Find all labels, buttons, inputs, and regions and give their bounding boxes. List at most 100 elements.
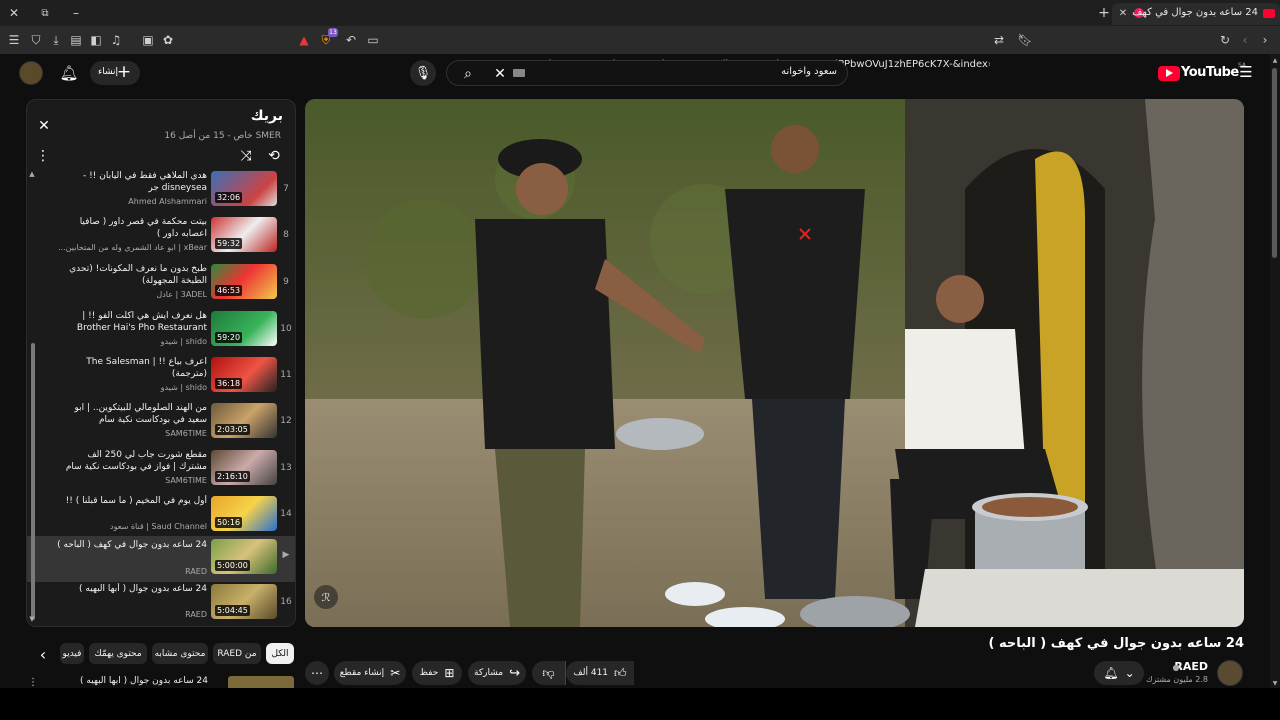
verified-icon: ● — [1172, 662, 1180, 672]
tab-title: 24 ساعه بدون جوال في كهف — [1132, 7, 1258, 18]
chip-from-raed[interactable]: من RAED — [213, 643, 261, 664]
playlist-item[interactable]: 11 36:18 اعرف بياع !! | The Salesman (مت… — [27, 356, 295, 402]
downloads-icon[interactable]: ⤓ — [48, 32, 64, 48]
video-thumbnail: 5:00:00 — [211, 539, 277, 574]
plus-icon: + — [116, 62, 132, 82]
share-button[interactable]: ↪ مشاركة — [468, 661, 526, 685]
voice-search-icon[interactable]: 🎙︎ — [410, 60, 436, 86]
chips-prev-icon[interactable]: ‹ — [34, 645, 52, 664]
video-thumbnail: 2:16:10 — [211, 450, 277, 485]
playlist-item[interactable]: 16 5:04:45 24 ساعه بدون جوال ( أبها البه… — [27, 583, 295, 626]
notifications-icon[interactable]: 🔔︎ — [58, 62, 80, 84]
playlist-scrollbar[interactable] — [31, 343, 35, 620]
play-triangle-icon — [1166, 69, 1173, 77]
taskbar — [0, 688, 1280, 720]
video-player[interactable]: ℛ — [305, 99, 1244, 627]
clip-button[interactable]: ✂ إنشاء مقطع — [334, 661, 406, 685]
more-options-icon[interactable]: ⋮ — [35, 148, 51, 164]
sidebar-icon[interactable]: ◧ — [88, 32, 104, 48]
close-window-icon[interactable]: ✕ — [6, 5, 22, 21]
more-actions-button[interactable]: ⋯ — [305, 661, 329, 685]
browser-toolbar: ☰ ⛉ ⤓ ▤ ◧ ♫ ▣ ✿ ▲ ⛨ 13 ↶ ▭ youtube.com/w… — [0, 26, 1280, 70]
guide-menu-icon[interactable]: ☰ — [1237, 63, 1255, 81]
like-button[interactable]: 👍︎ 411 ألف — [566, 661, 634, 685]
extensions-icon[interactable]: ✿ — [160, 32, 176, 48]
create-button[interactable]: + إنشاء — [90, 61, 140, 85]
reload-icon[interactable]: ↻ — [1217, 32, 1233, 48]
search-icon[interactable]: ⌕ — [459, 65, 477, 83]
page-scrollbar[interactable] — [1272, 68, 1277, 258]
subscription-bell-button[interactable]: ⌄ 🔔︎ — [1094, 661, 1144, 685]
channel-avatar[interactable] — [1217, 660, 1243, 686]
playlist-item[interactable]: 8 59:32 بيتت محكمة في قصر داور ( صافيا ا… — [27, 216, 295, 262]
more-options-icon[interactable]: ⋮ — [28, 676, 38, 688]
bookmark-icon[interactable]: 🔖︎ — [1017, 32, 1033, 48]
scissors-icon: ✂ — [390, 666, 401, 680]
thumbs-down-icon: 👎︎ — [542, 665, 555, 680]
music-icon[interactable]: ♫ — [108, 32, 124, 48]
create-label: إنشاء — [98, 67, 119, 77]
reader-mode-icon[interactable]: ▭ — [365, 32, 381, 48]
new-tab-icon[interactable]: + — [1096, 5, 1112, 21]
video-thumbnail: 32:06 — [211, 171, 277, 206]
playlist-item[interactable]: 12 2:03:05 من الهند الصلومالي للبيتكوين.… — [27, 402, 295, 448]
more-horizontal-icon: ⋯ — [311, 666, 323, 680]
close-tab-icon[interactable]: ✕ — [1116, 6, 1130, 20]
avatar[interactable] — [19, 61, 43, 85]
shield-icon[interactable]: ⛉ — [28, 32, 44, 48]
save-button[interactable]: ⊞ حفظ — [412, 661, 462, 685]
playlist-item[interactable]: 9 46:53 طبخ بدون ما نعرف المكونات! (تحدي… — [27, 263, 295, 309]
browser-titlebar: ✕ ⧉ – + ✕ 24 ساعه بدون جوال في كهف — [0, 0, 1280, 26]
tabs-icon[interactable]: ▤ — [68, 32, 84, 48]
thumbs-up-icon: 👍︎ — [614, 665, 627, 680]
playlist-panel: ✕ بريك SMER خاص - 15 من أصل 16 ⋮ ⤨ ⟲ 7 3… — [26, 99, 296, 627]
keyboard-icon[interactable] — [513, 69, 525, 77]
playlist-item[interactable]: 7 32:06 هدي الملاهي فقط في اليابان !! - … — [27, 170, 295, 216]
playlist-subtitle: SMER خاص - 15 من أصل 16 — [164, 131, 281, 141]
scroll-down-icon[interactable]: ▼ — [1271, 679, 1279, 687]
clip-label: إنشاء مقطع — [339, 668, 385, 678]
close-playlist-icon[interactable]: ✕ — [35, 117, 53, 135]
scroll-up-icon[interactable]: ▲ — [1271, 56, 1279, 64]
up-next-title: 24 ساعه بدون جوال ( أبها البهيه ) — [80, 676, 208, 686]
chip-related[interactable]: محتوى مشابه — [152, 643, 208, 664]
search-input[interactable]: ⌕ ✕ سعود واخوانه — [446, 60, 848, 86]
playlist-item[interactable]: 13 2:16:10 مقطع شورت جاب لي 250 الف مشتر… — [27, 449, 295, 495]
playlist-item-current[interactable]: ▶ 5:00:00 24 ساعه بدون جوال في كهف ( الب… — [27, 536, 295, 582]
playlist-item[interactable]: 10 59:20 هل نعرف ايش هي اكلت الفو !! | B… — [27, 310, 295, 356]
menu-icon[interactable]: ☰ — [6, 32, 22, 48]
up-next-preview[interactable]: ⋮ 24 ساعه بدون جوال ( أبها البهيه ) — [26, 676, 296, 688]
search-query: سعود واخوانه — [781, 66, 837, 77]
restore-window-icon[interactable]: ⧉ — [37, 5, 53, 21]
chip-for-you[interactable]: محتوى يهمّك — [89, 643, 147, 664]
shield-count-badge: 13 — [328, 28, 338, 37]
undo-icon[interactable]: ↶ — [343, 32, 359, 48]
dislike-button[interactable]: 👎︎ — [532, 661, 566, 685]
scroll-up-icon[interactable]: ▲ — [28, 170, 36, 178]
video-thumbnail: 5:04:45 — [211, 584, 277, 619]
chevron-down-icon: ⌄ — [1124, 666, 1135, 680]
video-thumbnail: 59:32 — [211, 217, 277, 252]
playlist-item[interactable]: 14 50:16 أول يوم في المخيم ( ما سما قبلن… — [27, 495, 295, 541]
video-thumbnail — [228, 676, 294, 688]
youtube-favicon-icon — [1263, 9, 1275, 18]
loop-icon[interactable]: ⟲ — [265, 147, 283, 165]
like-count: 411 ألف — [573, 668, 609, 678]
now-playing-icon: ▶ — [282, 550, 290, 560]
clear-search-icon[interactable]: ✕ — [491, 65, 509, 83]
site-settings-icon[interactable]: ⇄ — [991, 32, 1007, 48]
chip-video[interactable]: فيديو — [60, 643, 84, 664]
back-icon[interactable]: ‹ — [1237, 32, 1253, 48]
video-thumbnail: 2:03:05 — [211, 403, 277, 438]
shuffle-icon[interactable]: ⤨ — [237, 147, 255, 165]
channel-watermark-icon[interactable]: ℛ — [314, 585, 338, 609]
screenshot-icon[interactable]: ▣ — [140, 32, 156, 48]
scroll-down-icon[interactable]: ▼ — [28, 615, 36, 623]
triangle-extension-icon[interactable]: ▲ — [296, 32, 312, 48]
save-label: حفظ — [419, 668, 439, 678]
forward-icon[interactable]: › — [1257, 32, 1273, 48]
video-thumbnail: 50:16 — [211, 496, 277, 531]
browser-tab[interactable]: ✕ 24 ساعه بدون جوال في كهف — [1112, 3, 1280, 25]
chip-all[interactable]: الكل — [266, 643, 294, 664]
minimize-window-icon[interactable]: – — [68, 5, 84, 21]
